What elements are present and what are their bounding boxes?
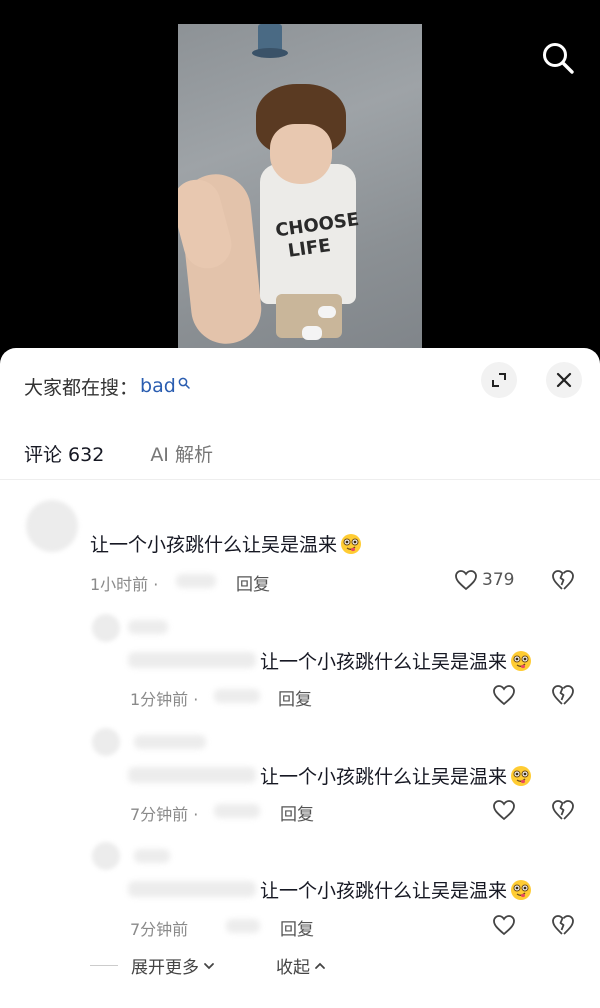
like-button[interactable] [490,796,518,824]
like-button[interactable] [452,566,480,594]
tab-bar: 评论 632 AI 解析 [24,438,259,468]
collapse-button[interactable]: 收起 [276,953,327,978]
drooling-face-emoji [511,879,532,900]
drooling-face-emoji [341,533,362,554]
search-suggestion[interactable]: 大家都在搜： bad [24,372,190,400]
search-suggestion-keyword[interactable]: bad [140,375,176,397]
tab-comments[interactable]: 评论 632 [24,440,104,467]
expand-more-button[interactable]: 展开更多 [131,953,216,978]
reply-button[interactable]: 回复 [236,570,270,595]
comment-text: 让一个小孩跳什么让吴是温来 [90,530,362,557]
drooling-face-emoji [511,765,532,786]
comment-text: 让一个小孩跳什么让吴是温来 [260,762,532,789]
comment-time: 1小时前 · [90,575,159,594]
heart-icon [493,685,515,706]
chevron-up-icon [315,962,325,969]
heart-icon [493,915,515,936]
heart-icon [493,800,515,821]
like-button[interactable] [490,911,518,939]
avatar[interactable] [92,728,120,756]
sheet-header: 大家都在搜： bad [0,348,600,422]
like-button[interactable] [490,681,518,709]
comment-time: 1分钟前 · [130,690,199,709]
expand-button[interactable] [481,362,517,398]
search-button[interactable] [536,36,580,80]
divider [0,479,600,480]
avatar[interactable] [26,500,78,552]
reply-button[interactable]: 回复 [280,915,314,940]
heart-icon [455,570,477,591]
broken-heart-icon [552,915,574,935]
avatar[interactable] [92,614,120,642]
comment-text: 让一个小孩跳什么让吴是温来 [260,876,532,903]
search-icon [543,43,574,74]
video-frame[interactable]: CHOOSE LIFE [178,24,422,360]
close-button[interactable] [546,362,582,398]
video-player[interactable]: CHOOSE LIFE [0,0,600,360]
like-count: 379 [482,570,515,590]
drooling-face-emoji [511,650,532,671]
avatar[interactable] [92,842,120,870]
dislike-button[interactable] [549,796,577,824]
shirt-print: CHOOSE LIFE [274,208,361,262]
broken-heart-icon [552,685,574,705]
close-icon [556,372,572,388]
reply-button[interactable]: 回复 [280,800,314,825]
reply-button[interactable]: 回复 [278,685,312,710]
comment-time: 7分钟前 · [130,805,199,824]
expand-icon [492,373,506,387]
search-icon [178,377,190,389]
search-suggestion-prefix: 大家都在搜： [24,376,139,399]
dislike-button[interactable] [549,911,577,939]
comment-sheet: 大家都在搜： bad 评论 632 AI 解析 [0,348,600,1008]
dislike-button[interactable] [549,681,577,709]
chevron-down-icon [204,962,214,969]
comment-time: 7分钟前 [130,920,189,939]
comment-text: 让一个小孩跳什么让吴是温来 [260,647,532,674]
broken-heart-icon [552,800,574,820]
broken-heart-icon [552,570,574,590]
dislike-button[interactable] [549,566,577,594]
tab-ai-analysis[interactable]: AI 解析 [150,440,213,467]
divider [90,965,118,966]
